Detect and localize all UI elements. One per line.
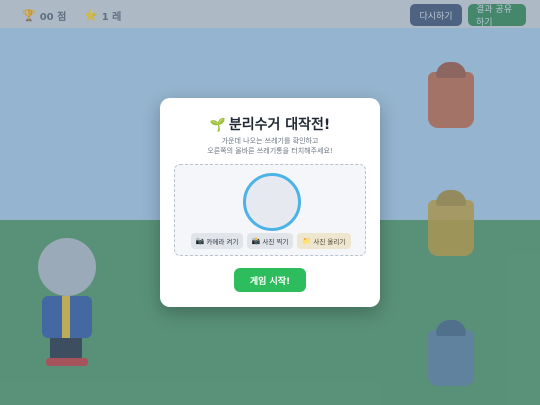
camera-on-button[interactable]: 📷 카메라 켜기 bbox=[191, 233, 243, 249]
instruction-line-1: 가운데 나오는 쓰레기를 확인하고 bbox=[221, 137, 319, 145]
instruction-line-2: 오른쪽의 올바른 쓰레기통을 터치해주세요! bbox=[207, 147, 333, 155]
modal-title: 🌱 분리수거 대작전! bbox=[209, 117, 331, 133]
upload-photo-button[interactable]: 📁 사진 올리기 bbox=[297, 233, 351, 249]
sprout-icon: 🌱 bbox=[209, 118, 226, 133]
modal-instructions: 가운데 나오는 쓰레기를 확인하고 오른쪽의 올바른 쓰레기통을 터치해주세요! bbox=[170, 136, 370, 156]
take-photo-button[interactable]: 📸 사진 찍기 bbox=[247, 233, 293, 249]
start-game-button[interactable]: 게임 시작! bbox=[234, 268, 306, 292]
camera-icon: 📷 bbox=[195, 237, 205, 245]
start-modal: 🌱 분리수거 대작전! 가운데 나오는 쓰레기를 확인하고 오른쪽의 올바른 쓰레… bbox=[160, 98, 380, 307]
folder-icon: 📁 bbox=[302, 237, 312, 245]
camera-panel: 📷 카메라 켜기 📸 사진 찍기 📁 사진 올리기 bbox=[174, 164, 366, 256]
photo-icon: 📸 bbox=[251, 237, 261, 245]
camera-preview bbox=[243, 173, 301, 231]
